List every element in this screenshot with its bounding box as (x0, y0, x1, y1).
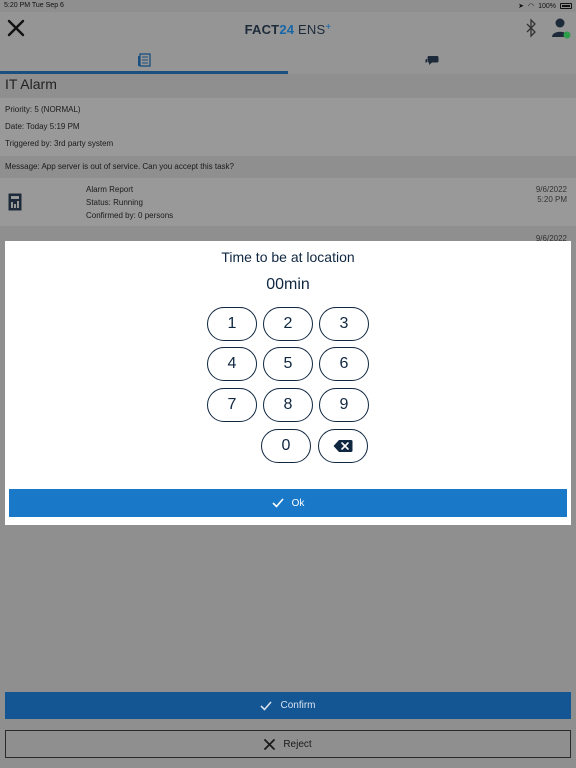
key-8[interactable]: 8 (263, 388, 313, 422)
alarm-date: Date: Today 5:19 PM (5, 122, 80, 131)
alarm-message: Message: App server is out of service. C… (5, 162, 234, 171)
time-value: 00min (266, 276, 310, 293)
key-5[interactable]: 5 (263, 347, 313, 381)
reject-label: Reject (283, 738, 312, 750)
status-right: ➤ ◠ 100% (518, 2, 572, 10)
report-confirmed: Confirmed by: 0 persons (86, 211, 174, 220)
tab-bar (0, 46, 576, 74)
report-name: Alarm Report (86, 185, 134, 194)
battery-icon (560, 3, 572, 9)
alarm-priority: Priority: 5 (NORMAL) (5, 105, 81, 114)
active-tab-indicator (0, 71, 288, 74)
key-7[interactable]: 7 (207, 388, 257, 422)
user-status-icon[interactable] (551, 17, 571, 39)
report-time: 5:20 PM (537, 195, 567, 204)
status-time-date: 5:20 PM Tue Sep 6 (4, 2, 64, 9)
brand-logo: FACT24 ENS+ (244, 22, 332, 37)
alarm-title: IT Alarm (5, 76, 57, 92)
key-6[interactable]: 6 (319, 347, 369, 381)
report-date: 9/6/2022 (535, 185, 567, 194)
app-header: FACT24 ENS+ (0, 12, 576, 46)
ok-button[interactable]: Ok (9, 489, 567, 517)
backspace-icon (333, 440, 353, 452)
alarm-triggered-by: Triggered by: 3rd party system (5, 139, 114, 148)
confirm-button[interactable]: Confirm (5, 692, 571, 719)
backspace-button[interactable] (318, 429, 368, 463)
battery-percent: 100% (538, 2, 556, 10)
location-icon: ➤ (518, 3, 524, 10)
bluetooth-icon[interactable] (524, 18, 538, 38)
document-icon (138, 53, 151, 67)
key-4[interactable]: 4 (207, 347, 257, 381)
chat-icon (425, 56, 439, 65)
time-picker-dialog: Time to be at location 00min 1 2 3 4 5 6… (5, 241, 571, 525)
checkmark-icon (260, 700, 273, 711)
dialog-title: Time to be at location (221, 249, 355, 265)
status-bar: 5:20 PM Tue Sep 6 ➤ ◠ 100% (0, 0, 576, 12)
reject-button[interactable]: Reject (5, 730, 571, 758)
close-icon (264, 738, 276, 750)
key-9[interactable]: 9 (319, 388, 369, 422)
report-status: Status: Running (86, 198, 143, 207)
checkmark-icon (272, 498, 284, 508)
key-1[interactable]: 1 (207, 307, 257, 341)
wifi-icon: ◠ (527, 3, 535, 10)
key-3[interactable]: 3 (319, 307, 369, 341)
tab-chat[interactable] (288, 46, 576, 74)
confirm-label: Confirm (280, 700, 316, 711)
tab-details[interactable] (0, 46, 288, 74)
report-icon (8, 193, 22, 211)
key-2[interactable]: 2 (263, 307, 313, 341)
key-0[interactable]: 0 (261, 429, 311, 463)
ok-label: Ok (291, 497, 305, 509)
